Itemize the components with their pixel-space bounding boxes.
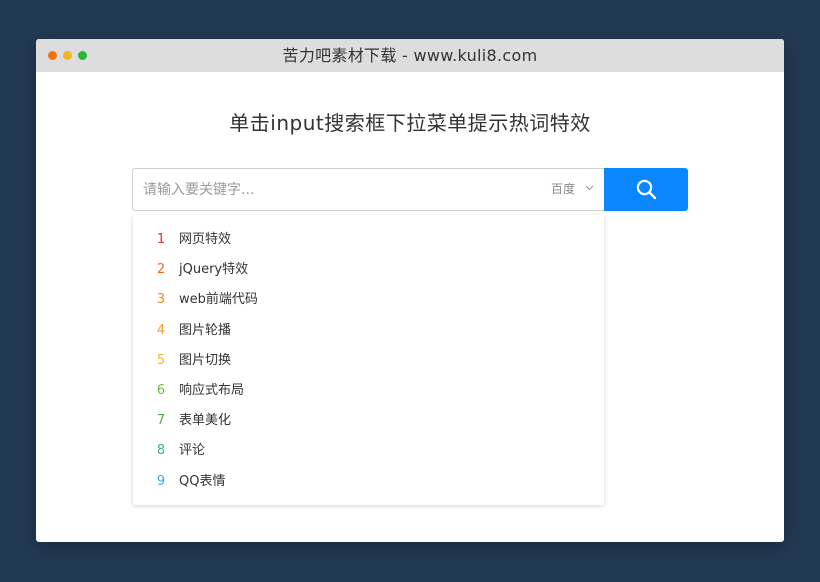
suggestion-item[interactable]: 6 响应式布局 bbox=[133, 376, 604, 406]
suggestion-term: jQuery特效 bbox=[179, 262, 249, 278]
suggestion-rank: 9 bbox=[156, 473, 166, 489]
suggestion-list: 1 网页特效 2 jQuery特效 3 web前端代码 4 图片轮播 5 图片切换 6 响应式布局 7 表… bbox=[133, 215, 604, 497]
suggestion-term: QQ表情 bbox=[179, 473, 226, 489]
chevron-down-icon bbox=[585, 167, 594, 208]
suggestion-dropdown: 1 网页特效 2 jQuery特效 3 web前端代码 4 图片轮播 5 图片切换 6 响应式布局 7 表… bbox=[133, 215, 604, 505]
suggestion-item[interactable]: 1 网页特效 bbox=[133, 225, 604, 255]
suggestion-term: 响应式布局 bbox=[179, 382, 245, 398]
search-engine-select[interactable]: 百度 bbox=[551, 169, 594, 210]
suggestion-item[interactable]: 4 图片轮播 bbox=[133, 316, 604, 346]
search-input[interactable] bbox=[143, 169, 533, 210]
suggestion-term: 表单美化 bbox=[179, 413, 232, 429]
search-icon bbox=[636, 179, 657, 200]
suggestion-item[interactable]: 8 评论 bbox=[133, 436, 604, 466]
suggestion-rank: 6 bbox=[156, 382, 166, 398]
suggestion-item[interactable]: 7 表单美化 bbox=[133, 406, 604, 436]
suggestion-term: 网页特效 bbox=[179, 232, 232, 247]
search-button[interactable] bbox=[604, 168, 688, 211]
title-bar: 苦力吧素材下载 - www.kuli8.com bbox=[36, 39, 784, 72]
suggestion-term: 图片切换 bbox=[179, 352, 232, 368]
browser-window: 苦力吧素材下载 - www.kuli8.com 单击input搜索框下拉菜单提示… bbox=[36, 39, 784, 542]
suggestion-rank: 3 bbox=[156, 292, 166, 308]
suggestion-item[interactable]: 5 图片切换 bbox=[133, 346, 604, 376]
page-heading: 单击input搜索框下拉菜单提示热词特效 bbox=[229, 111, 591, 135]
suggestion-rank: 8 bbox=[156, 443, 166, 459]
suggestion-rank: 4 bbox=[156, 322, 166, 338]
suggestion-item[interactable]: 9 QQ表情 bbox=[133, 467, 604, 497]
suggestion-rank: 1 bbox=[156, 232, 166, 247]
window-title: 苦力吧素材下载 - www.kuli8.com bbox=[282, 46, 538, 65]
suggestion-item[interactable]: 2 jQuery特效 bbox=[133, 255, 604, 285]
suggestion-term: 评论 bbox=[179, 443, 206, 459]
suggestion-item[interactable]: 3 web前端代码 bbox=[133, 285, 604, 315]
suggestion-term: web前端代码 bbox=[179, 292, 258, 308]
search-bar: 百度 bbox=[132, 168, 688, 211]
suggestion-rank: 7 bbox=[156, 413, 166, 429]
search-engine-label: 百度 bbox=[551, 182, 576, 196]
suggestion-rank: 5 bbox=[156, 352, 166, 368]
suggestion-rank: 2 bbox=[156, 262, 166, 278]
search-input-box: 百度 bbox=[132, 168, 605, 211]
suggestion-term: 图片轮播 bbox=[179, 322, 232, 338]
